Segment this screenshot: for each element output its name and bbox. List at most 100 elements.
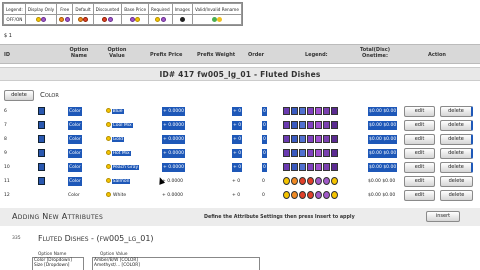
- yellow-dot-icon: [106, 150, 112, 155]
- row-legend-icons[interactable]: [283, 149, 339, 158]
- row-order: 0: [262, 193, 265, 198]
- legend-rename-icons: [191, 14, 242, 25]
- legend-default-icons: [72, 14, 94, 25]
- row-legend-icons[interactable]: [283, 177, 339, 186]
- delete-button[interactable]: delete: [440, 148, 473, 159]
- option-value-select[interactable]: Amber/B/W [COLOR] Amethyst/... [COLOR]: [92, 257, 260, 270]
- legend-base-price-icons: [121, 14, 150, 25]
- yellow-dot-icon: [155, 17, 161, 23]
- row-option-value: Salmon: [111, 179, 131, 184]
- delete-button[interactable]: delete: [440, 134, 473, 145]
- row-legend-icons[interactable]: [283, 163, 339, 172]
- row-legend-icons[interactable]: [283, 107, 339, 116]
- row-option-value: Gold: [111, 137, 124, 142]
- row-prefix-price: + 0.0000: [162, 193, 183, 198]
- table-row: 8 Color Gold + 0.0000 + 0 0 $0.00 $0.00 …: [0, 133, 480, 146]
- row-weight: + 0: [232, 179, 241, 184]
- option-name-item[interactable]: Size [Dropdown]: [34, 263, 83, 268]
- row-marker-icon: [38, 149, 45, 157]
- legend-header-required: Required: [148, 3, 173, 15]
- delete-button[interactable]: delete: [440, 162, 473, 173]
- edit-button[interactable]: edit: [404, 162, 435, 173]
- option-value-item[interactable]: Amethyst/... [COLOR]: [94, 263, 259, 268]
- row-option-value: Hot Mix: [111, 151, 131, 156]
- row-total: $0.00 $0.00: [368, 193, 396, 198]
- row-option-name: Color: [68, 177, 82, 186]
- yellow-dot-icon: [106, 192, 112, 197]
- row-weight: + 0: [232, 135, 243, 144]
- legend-header-base-price: Base Price: [121, 3, 150, 15]
- yellow-dot-icon: [106, 122, 112, 127]
- table-row: 7 Color Cool Mix + 0.0000 + 0 0 $0.00 $0…: [0, 119, 480, 132]
- row-legend-icons[interactable]: [283, 191, 339, 200]
- row-weight: + 0: [232, 121, 243, 130]
- row-legend-icons[interactable]: [283, 135, 339, 144]
- row-order: 0: [262, 135, 267, 144]
- col-prefix-weight: Prefix Weight: [197, 52, 236, 58]
- red-dot-icon: [83, 17, 89, 23]
- delete-button[interactable]: delete: [440, 106, 473, 117]
- table-row: 9 Color Hot Mix + 0.0000 + 0 0 $0.00 $0.…: [0, 147, 480, 160]
- edit-button[interactable]: edit: [404, 120, 435, 131]
- add-attributes-note: Define the Attribute Settings then press…: [204, 215, 355, 220]
- yellow-dot-icon: [35, 17, 41, 23]
- row-prefix-price: + 0.0000: [162, 135, 185, 144]
- purple-dot-icon: [41, 17, 47, 23]
- black-dot-icon: [179, 17, 185, 23]
- delete-button[interactable]: delete: [440, 120, 473, 131]
- edit-button[interactable]: edit: [404, 190, 435, 201]
- row-id: 8: [4, 137, 7, 142]
- product-header: ID# 417 fw005_lg_01 - Fluted Dishes: [0, 67, 480, 81]
- row-total: $0.00 $0.00: [368, 121, 398, 130]
- table-row: 6 Color Blue + 0.0000 + 0 0 $0.00 $0.00 …: [0, 105, 480, 118]
- purple-dot-icon: [107, 17, 113, 23]
- legend-header-free: Free: [56, 3, 74, 15]
- row-id: 7: [4, 123, 7, 128]
- new-attribute-product-id: 335: [12, 236, 21, 241]
- legend-display-only-icons: [24, 14, 58, 25]
- table-row: 12 Color White + 0.0000 + 0 0 $0.00 $0.0…: [0, 189, 480, 202]
- row-prefix-price: + 0.0000: [162, 121, 185, 130]
- yellow-dot-icon: [106, 178, 112, 183]
- row-total: $0.00 $0.00: [368, 107, 398, 116]
- row-marker-icon: [38, 177, 45, 185]
- row-option-name: Color: [68, 163, 82, 172]
- edit-button[interactable]: edit: [404, 148, 435, 159]
- delete-button[interactable]: delete: [440, 176, 473, 187]
- row-prefix-price: + 0.0000: [162, 179, 183, 184]
- purple-dot-icon: [160, 17, 166, 23]
- row-legend-icons[interactable]: [283, 121, 339, 130]
- row-marker-icon: [38, 135, 45, 143]
- row-total: $0.00 $0.00: [368, 149, 398, 158]
- edit-button[interactable]: edit: [404, 134, 435, 145]
- row-option-name: Color: [68, 121, 82, 130]
- edit-button[interactable]: edit: [404, 106, 435, 117]
- col-option-name: Option Name: [69, 47, 89, 59]
- purple-dot-icon: [65, 17, 71, 23]
- purple-dot-icon: [129, 17, 135, 23]
- col-total: Total(Disc) Onetime:: [359, 47, 391, 59]
- row-option-value: Peach Gray: [111, 165, 140, 170]
- legend-header-default: Default: [72, 3, 94, 15]
- row-weight: + 0: [232, 149, 243, 158]
- col-action: Action: [428, 52, 446, 58]
- option-name-select[interactable]: Color [Dropdown] Size [Dropdown]: [32, 257, 84, 270]
- edit-button[interactable]: edit: [404, 176, 435, 187]
- col-id: ID: [4, 52, 11, 58]
- yellow-dot-icon: [217, 17, 223, 23]
- delete-button[interactable]: delete: [440, 190, 473, 201]
- row-id: 11: [4, 179, 10, 184]
- row-option-name: Color: [68, 135, 82, 144]
- insert-button[interactable]: insert: [426, 211, 460, 222]
- row-total: $0.00 $0.00: [368, 163, 398, 172]
- orange-dot-icon: [59, 17, 65, 23]
- row-weight: + 0: [232, 163, 243, 172]
- table-row: 10 Color Peach Gray + 0.0000 + 0 0 $0.00…: [0, 161, 480, 174]
- delete-option-button[interactable]: delete: [4, 90, 34, 101]
- add-attributes-title: Adding New Attributes: [12, 212, 104, 221]
- col-order: Order: [248, 52, 265, 58]
- yellow-dot-icon: [106, 136, 112, 141]
- row-id: 10: [4, 165, 10, 170]
- row-option-value: Blue: [111, 109, 124, 114]
- row-weight: + 0: [232, 193, 241, 198]
